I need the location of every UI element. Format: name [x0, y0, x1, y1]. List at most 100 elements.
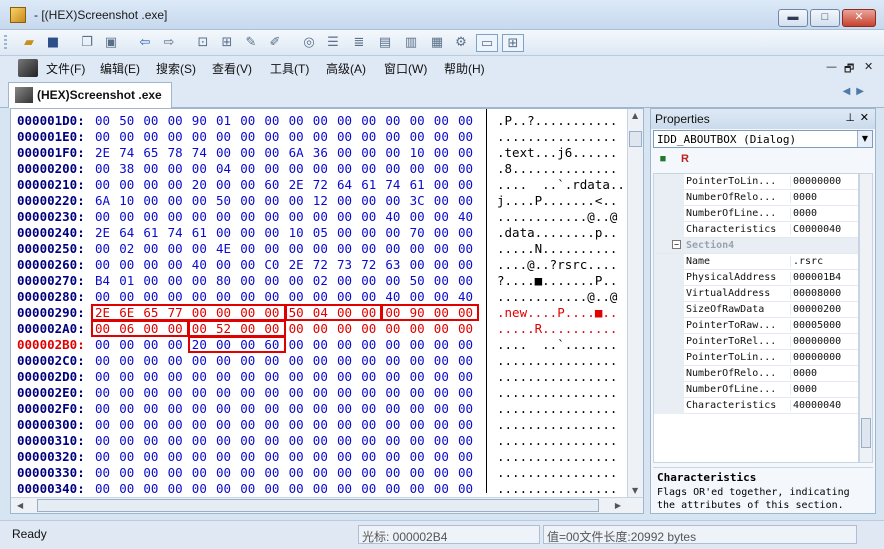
hex-byte[interactable]: 80 — [216, 273, 231, 288]
hex-byte[interactable]: 00 — [385, 433, 400, 448]
hex-byte[interactable]: 00 — [119, 385, 134, 400]
hex-byte[interactable]: 00 — [143, 401, 158, 416]
hex-byte[interactable]: 00 — [240, 193, 255, 208]
hex-byte[interactable]: C0 — [264, 257, 279, 272]
hex-byte[interactable]: 00 — [240, 145, 255, 160]
apply-icon[interactable]: ■ — [655, 151, 671, 167]
hex-byte[interactable]: 00 — [95, 433, 110, 448]
hex-byte[interactable]: 00 — [434, 449, 449, 464]
hex-byte[interactable]: 00 — [313, 337, 328, 352]
hex-byte[interactable]: 00 — [289, 289, 304, 304]
tool-icon-11[interactable]: ⚙ — [452, 34, 470, 52]
hex-byte[interactable]: 00 — [313, 209, 328, 224]
hex-byte[interactable]: 00 — [95, 481, 110, 496]
hex-byte[interactable]: 00 — [385, 385, 400, 400]
hex-byte[interactable]: 00 — [458, 177, 473, 192]
hex-byte[interactable]: 00 — [168, 385, 183, 400]
hex-byte[interactable]: 00 — [143, 449, 158, 464]
property-row[interactable]: NumberOfRelo... 0000 — [654, 190, 858, 206]
hex-byte[interactable]: 00 — [95, 129, 110, 144]
hex-byte[interactable]: 00 — [410, 465, 425, 480]
hex-byte[interactable]: 00 — [385, 161, 400, 176]
hex-byte[interactable]: 00 — [216, 417, 231, 432]
hex-byte[interactable]: 00 — [192, 161, 207, 176]
hex-byte[interactable]: 4E — [216, 241, 231, 256]
hex-byte[interactable]: 00 — [385, 417, 400, 432]
hex-byte[interactable]: 00 — [361, 417, 376, 432]
menu-view[interactable]: 查看(V) — [212, 60, 252, 77]
hex-byte[interactable]: 00 — [216, 449, 231, 464]
hex-byte[interactable]: 01 — [216, 113, 231, 128]
hex-byte[interactable]: 00 — [385, 401, 400, 416]
hex-byte[interactable]: 00 — [95, 449, 110, 464]
hex-byte[interactable]: 00 — [240, 177, 255, 192]
hex-byte[interactable]: 00 — [458, 321, 473, 336]
hex-byte[interactable]: 00 — [434, 289, 449, 304]
hex-byte[interactable]: 00 — [192, 465, 207, 480]
hex-byte[interactable]: 00 — [240, 129, 255, 144]
hex-byte[interactable]: 2E — [95, 225, 110, 240]
hex-byte[interactable]: 00 — [216, 145, 231, 160]
property-value[interactable]: 000001B4 — [790, 272, 856, 283]
hex-byte[interactable]: 00 — [458, 465, 473, 480]
hex-byte[interactable]: 00 — [143, 433, 158, 448]
tool-icon-5[interactable]: ◎ — [300, 34, 318, 52]
property-value[interactable]: 0000 — [790, 368, 856, 379]
hex-byte[interactable]: 00 — [192, 353, 207, 368]
hex-byte[interactable]: 00 — [192, 449, 207, 464]
hex-byte[interactable]: 00 — [168, 273, 183, 288]
hex-byte[interactable]: 00 — [168, 401, 183, 416]
hex-byte[interactable]: 00 — [361, 145, 376, 160]
hex-byte[interactable]: 00 — [264, 465, 279, 480]
property-value[interactable]: 00008000 — [790, 288, 856, 299]
hex-byte[interactable]: 00 — [168, 369, 183, 384]
ascii-text[interactable]: ............@..@ — [497, 209, 617, 224]
hex-byte[interactable]: 00 — [95, 465, 110, 480]
hex-byte[interactable]: 00 — [216, 225, 231, 240]
ascii-text[interactable]: ................ — [497, 401, 617, 416]
hex-vertical-thumb[interactable] — [629, 131, 642, 147]
hex-byte[interactable]: 00 — [361, 481, 376, 496]
hex-byte[interactable]: 00 — [361, 337, 376, 352]
hex-byte[interactable]: 00 — [361, 273, 376, 288]
tool-icon-1[interactable]: ⊡ — [194, 34, 212, 52]
hex-byte[interactable]: 00 — [337, 465, 352, 480]
hex-byte[interactable]: 00 — [337, 273, 352, 288]
hex-byte[interactable]: 00 — [289, 209, 304, 224]
hex-byte[interactable]: 00 — [289, 241, 304, 256]
ascii-text[interactable]: .... ..`....... — [497, 337, 617, 352]
property-grid-scrollbar[interactable] — [859, 173, 873, 463]
hex-byte[interactable]: 00 — [95, 353, 110, 368]
hex-byte[interactable]: 00 — [119, 481, 134, 496]
hex-byte[interactable]: 00 — [95, 385, 110, 400]
hex-byte[interactable]: 00 — [361, 369, 376, 384]
hex-byte[interactable]: 00 — [168, 289, 183, 304]
hex-byte[interactable]: 00 — [337, 337, 352, 352]
hex-byte[interactable]: 00 — [264, 129, 279, 144]
hex-byte[interactable]: 00 — [337, 385, 352, 400]
hex-byte[interactable]: 00 — [264, 385, 279, 400]
hex-byte[interactable]: 61 — [361, 177, 376, 192]
hex-byte[interactable]: 00 — [216, 129, 231, 144]
hex-byte[interactable]: 00 — [143, 193, 158, 208]
hex-byte[interactable]: 00 — [410, 113, 425, 128]
hex-byte[interactable]: 00 — [168, 161, 183, 176]
hex-byte[interactable]: 00 — [458, 113, 473, 128]
properties-close-button[interactable]: ✕ — [860, 111, 869, 124]
hex-byte[interactable]: 00 — [410, 417, 425, 432]
hex-byte[interactable]: 00 — [216, 369, 231, 384]
tab-scroll-arrows[interactable]: ◀▶ — [843, 86, 870, 97]
hex-byte[interactable]: 00 — [192, 385, 207, 400]
hex-byte[interactable]: 00 — [361, 193, 376, 208]
collapse-icon[interactable]: − — [672, 240, 681, 249]
hex-byte[interactable]: 12 — [313, 193, 328, 208]
tool-icon-10[interactable]: ▦ — [428, 34, 446, 52]
hex-byte[interactable]: 00 — [361, 241, 376, 256]
hex-byte[interactable]: 00 — [458, 433, 473, 448]
paste-icon[interactable]: ▣ — [102, 34, 120, 52]
hex-byte[interactable]: 00 — [95, 369, 110, 384]
hex-byte[interactable]: 00 — [337, 369, 352, 384]
tool-icon-8[interactable]: ▤ — [376, 34, 394, 52]
hex-byte[interactable]: 00 — [143, 465, 158, 480]
hex-byte[interactable]: 00 — [192, 369, 207, 384]
